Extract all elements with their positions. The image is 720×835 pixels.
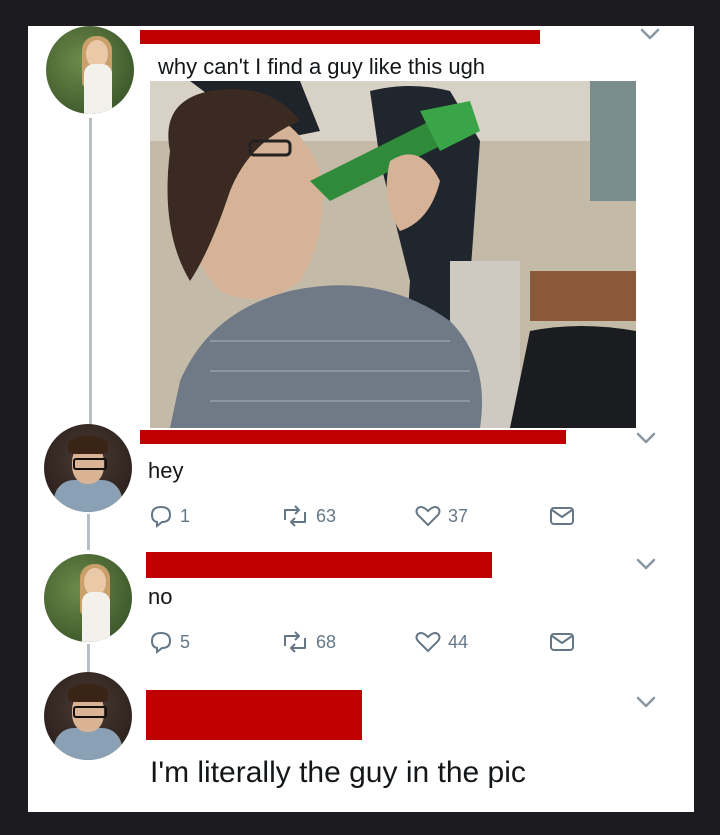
reply-count: 1	[180, 505, 191, 526]
avatar[interactable]	[44, 672, 132, 760]
envelope-icon	[550, 633, 574, 651]
redaction-bar	[140, 30, 540, 44]
chevron-down-icon[interactable]	[636, 432, 656, 444]
like-count: 37	[448, 505, 469, 526]
message-button[interactable]	[548, 504, 576, 528]
avatar[interactable]	[44, 554, 132, 642]
retweet-button[interactable]: 68	[280, 630, 336, 654]
like-button[interactable]: 44	[414, 630, 468, 654]
redaction-bar	[146, 552, 492, 578]
thread-line	[89, 118, 92, 442]
like-button[interactable]: 37	[414, 504, 468, 528]
retweet-icon	[284, 631, 306, 653]
redaction-bar	[146, 690, 362, 740]
retweet-button[interactable]: 63	[280, 504, 336, 528]
reply-icon	[150, 631, 172, 654]
redaction-bar	[140, 430, 566, 444]
retweet-count: 63	[316, 505, 337, 526]
reply-button[interactable]: 5	[148, 630, 190, 654]
retweet-count: 68	[316, 631, 337, 652]
envelope-icon	[550, 507, 574, 525]
avatar[interactable]	[44, 424, 132, 512]
thread-line	[87, 514, 90, 550]
avatar[interactable]	[46, 26, 134, 114]
tweet-text: why can't I find a guy like this ugh	[158, 54, 486, 79]
tweet-text: no	[148, 584, 173, 609]
heart-icon	[415, 506, 441, 527]
tweet-text: I'm literally the guy in the pic	[150, 756, 526, 789]
like-count: 44	[448, 631, 469, 652]
tweet-thread-card: why can't I find a guy like this ugh hey…	[28, 26, 694, 812]
message-button[interactable]	[548, 630, 576, 654]
reply-count: 5	[180, 631, 191, 652]
tweet-photo[interactable]	[150, 81, 636, 428]
chevron-down-icon[interactable]	[636, 696, 656, 708]
retweet-icon	[284, 505, 306, 527]
reply-button[interactable]: 1	[148, 504, 190, 528]
chevron-down-icon[interactable]	[636, 558, 656, 570]
thread-line	[87, 644, 90, 674]
chevron-down-icon[interactable]	[640, 28, 660, 40]
reply-icon	[150, 505, 172, 528]
heart-icon	[415, 632, 441, 653]
tweet-text: hey	[148, 458, 184, 483]
